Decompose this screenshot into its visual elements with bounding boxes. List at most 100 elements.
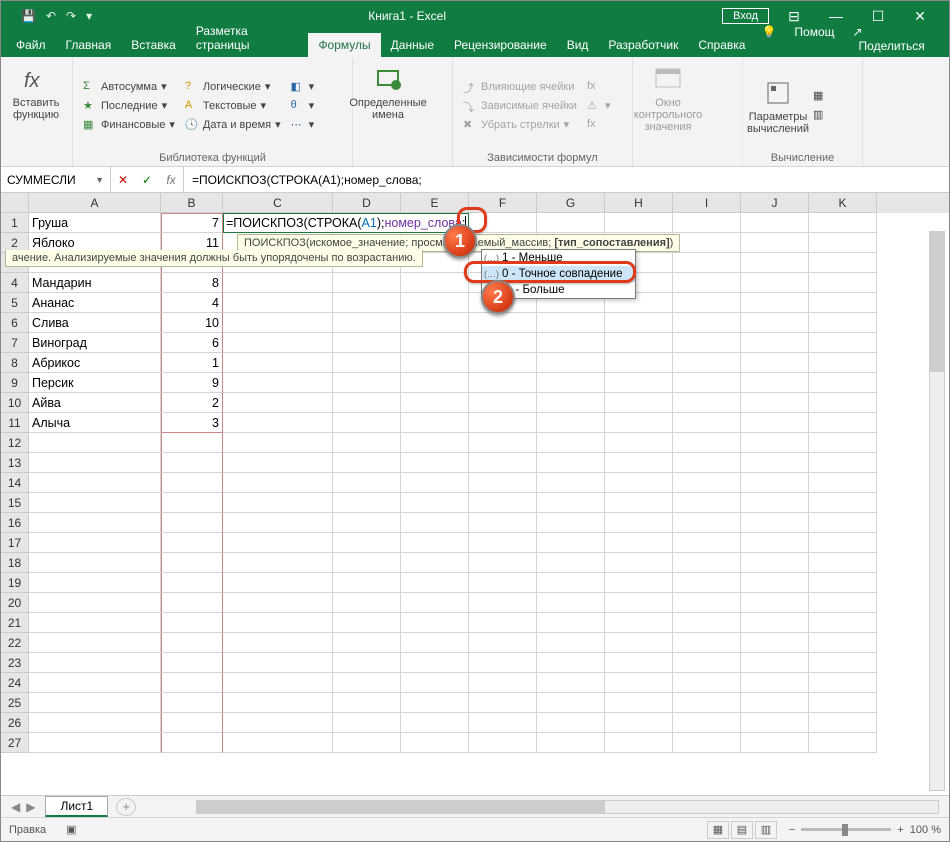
cell[interactable] xyxy=(809,233,877,253)
cell[interactable] xyxy=(673,573,741,593)
cell[interactable] xyxy=(469,713,537,733)
defined-names-button[interactable]: Определенные имена xyxy=(361,61,415,123)
cell[interactable] xyxy=(401,593,469,613)
cell[interactable] xyxy=(741,293,809,313)
column-header-D[interactable]: D xyxy=(333,193,401,213)
cell[interactable] xyxy=(161,693,223,713)
cell[interactable] xyxy=(741,453,809,473)
cell[interactable] xyxy=(537,213,605,233)
cell[interactable] xyxy=(29,433,161,453)
cell[interactable] xyxy=(401,613,469,633)
cell[interactable] xyxy=(809,333,877,353)
select-all-corner[interactable] xyxy=(1,193,29,213)
cell[interactable] xyxy=(741,513,809,533)
cell[interactable] xyxy=(401,433,469,453)
cell[interactable] xyxy=(401,473,469,493)
row-header[interactable]: 1 xyxy=(1,213,29,233)
cell[interactable] xyxy=(809,593,877,613)
cell[interactable] xyxy=(401,693,469,713)
zoom-out-button[interactable]: − xyxy=(789,824,795,836)
cell[interactable] xyxy=(605,433,673,453)
cell[interactable]: 8 xyxy=(161,273,223,293)
tab-developer[interactable]: Разработчик xyxy=(598,33,688,57)
cell[interactable] xyxy=(673,673,741,693)
cell[interactable]: Груша xyxy=(29,213,161,233)
cell[interactable] xyxy=(29,693,161,713)
cell[interactable] xyxy=(741,593,809,613)
tell-me-label[interactable]: Помощ xyxy=(788,21,840,57)
cell[interactable] xyxy=(333,693,401,713)
cell[interactable] xyxy=(537,713,605,733)
cell[interactable] xyxy=(469,633,537,653)
cell[interactable] xyxy=(401,653,469,673)
cell[interactable]: 10 xyxy=(161,313,223,333)
cell[interactable] xyxy=(809,353,877,373)
column-header-C[interactable]: C xyxy=(223,193,333,213)
cell[interactable] xyxy=(161,733,223,753)
cell[interactable] xyxy=(673,253,741,273)
cell[interactable] xyxy=(161,533,223,553)
cell[interactable] xyxy=(741,493,809,513)
cell[interactable] xyxy=(741,693,809,713)
cell[interactable] xyxy=(809,533,877,553)
cell[interactable] xyxy=(673,633,741,653)
cell[interactable]: 2 xyxy=(161,393,223,413)
cell[interactable] xyxy=(741,533,809,553)
undo-icon[interactable]: ↶ xyxy=(46,9,56,23)
cell[interactable] xyxy=(333,613,401,633)
cell[interactable] xyxy=(605,393,673,413)
cell[interactable] xyxy=(223,733,333,753)
cell[interactable] xyxy=(29,593,161,613)
editing-cell[interactable]: =ПОИСКПОЗ(СТРОКА(A1);номер_слова; xyxy=(223,213,469,233)
cell[interactable] xyxy=(673,273,741,293)
cell[interactable] xyxy=(29,493,161,513)
save-icon[interactable]: 💾 xyxy=(21,9,36,23)
cell[interactable] xyxy=(401,633,469,653)
cell[interactable] xyxy=(469,353,537,373)
cell[interactable] xyxy=(469,673,537,693)
cell[interactable] xyxy=(673,513,741,533)
name-box[interactable]: СУММЕСЛИ▼ xyxy=(1,167,111,192)
cell[interactable] xyxy=(223,653,333,673)
cell[interactable] xyxy=(673,533,741,553)
cell[interactable] xyxy=(809,433,877,453)
cell[interactable] xyxy=(809,733,877,753)
cell[interactable] xyxy=(605,473,673,493)
cell[interactable] xyxy=(741,573,809,593)
cell[interactable] xyxy=(809,673,877,693)
cell[interactable] xyxy=(537,573,605,593)
cell[interactable] xyxy=(401,573,469,593)
cell[interactable] xyxy=(469,493,537,513)
cell[interactable] xyxy=(401,513,469,533)
cell[interactable] xyxy=(161,493,223,513)
formula-input[interactable]: =ПОИСКПОЗ(СТРОКА(A1);номер_слова; xyxy=(184,173,949,187)
tab-view[interactable]: Вид xyxy=(557,33,599,57)
cell[interactable] xyxy=(537,733,605,753)
cell[interactable] xyxy=(333,493,401,513)
cell[interactable] xyxy=(333,473,401,493)
cell[interactable] xyxy=(673,413,741,433)
sheet-tab[interactable]: Лист1 xyxy=(45,796,108,817)
tab-formulas[interactable]: Формулы xyxy=(308,33,380,57)
cell[interactable] xyxy=(537,473,605,493)
cell[interactable] xyxy=(161,713,223,733)
cell[interactable] xyxy=(809,273,877,293)
tab-help[interactable]: Справка xyxy=(688,33,755,57)
cell[interactable] xyxy=(469,313,537,333)
cell[interactable] xyxy=(605,453,673,473)
chevron-down-icon[interactable]: ▼ xyxy=(95,175,104,185)
cell[interactable] xyxy=(537,673,605,693)
macro-record-icon[interactable]: ▣ xyxy=(66,823,76,836)
cell[interactable] xyxy=(223,353,333,373)
cell[interactable] xyxy=(223,293,333,313)
cell[interactable] xyxy=(605,413,673,433)
row-header[interactable]: 18 xyxy=(1,553,29,573)
cell[interactable] xyxy=(469,613,537,633)
cell[interactable] xyxy=(673,593,741,613)
row-header[interactable]: 27 xyxy=(1,733,29,753)
cell[interactable] xyxy=(469,553,537,573)
cell[interactable] xyxy=(673,713,741,733)
cell[interactable] xyxy=(401,553,469,573)
zoom-slider[interactable] xyxy=(801,828,891,831)
cell[interactable] xyxy=(537,413,605,433)
